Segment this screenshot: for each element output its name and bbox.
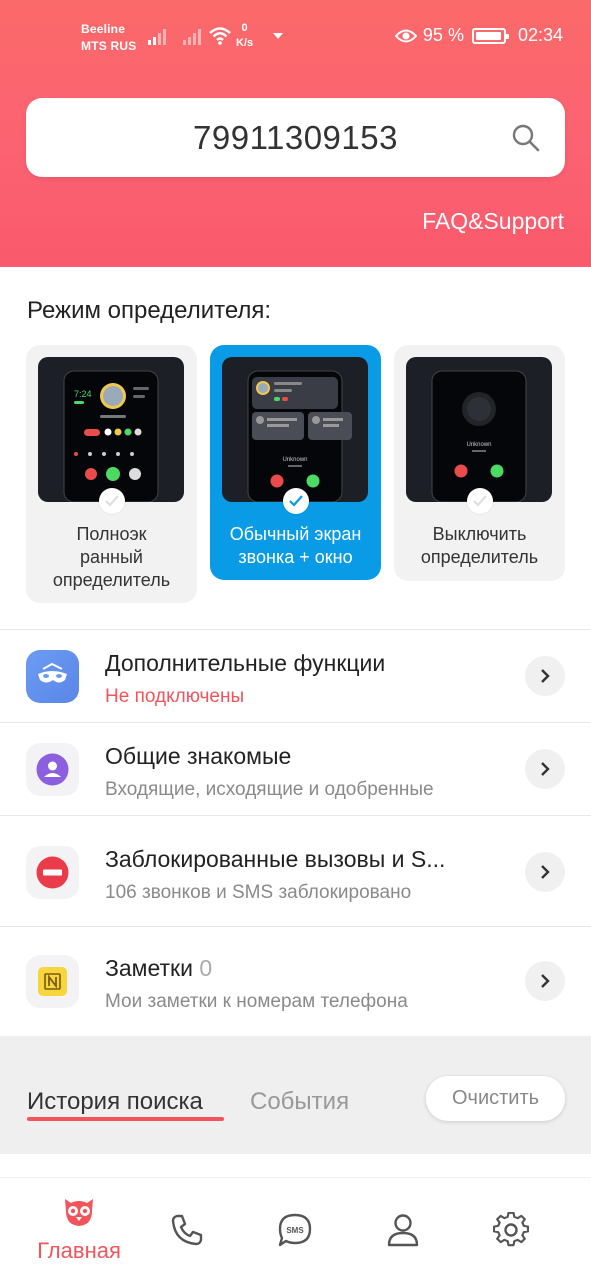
menu-item-title: Заметки 0 bbox=[105, 955, 212, 982]
label-line: ранный bbox=[80, 547, 143, 567]
sms-icon: SMS bbox=[278, 1213, 312, 1247]
menu-item-title: Общие знакомые bbox=[105, 743, 292, 769]
chevron-right-icon[interactable] bbox=[525, 656, 565, 696]
menu-item-blocked[interactable]: Заблокированные вызовы и S... 106 звонко… bbox=[0, 826, 591, 918]
chevron-right-icon[interactable] bbox=[525, 852, 565, 892]
person-icon bbox=[26, 743, 79, 796]
menu-item-subtitle: Не подключены bbox=[105, 686, 245, 707]
bottom-nav: Главная SMS bbox=[0, 1177, 591, 1280]
off-preview-illustration: Unknown bbox=[431, 370, 527, 502]
standard-preview: Unknown bbox=[222, 357, 368, 502]
fullscreen-preview: 7:24 bbox=[38, 357, 184, 502]
preview-unknown: Unknown bbox=[466, 442, 491, 448]
nav-sms[interactable]: SMS bbox=[268, 1178, 322, 1281]
nav-home[interactable]: Главная bbox=[24, 1178, 134, 1281]
eye-icon bbox=[394, 29, 417, 42]
battery-percent: 95 % bbox=[422, 25, 464, 45]
preview-time: 7:24 bbox=[74, 389, 92, 399]
search-value: 79911309153 bbox=[193, 119, 398, 156]
nav-home-label: Главная bbox=[37, 1238, 121, 1263]
status-bar: Beeline MTS RUS 0 K/s 95 % 02:34 bbox=[0, 0, 591, 76]
menu-item-subtitle: Мои заметки к номерам телефона bbox=[105, 991, 408, 1012]
network-speed-unit: K/s bbox=[236, 37, 254, 49]
tab-search-history[interactable]: История поиска bbox=[27, 1088, 203, 1116]
note-icon bbox=[26, 955, 79, 1008]
owl-icon bbox=[65, 1199, 93, 1226]
label-line: Обычный экран bbox=[229, 524, 362, 544]
menu-item-subtitle: Входящие, исходящие и одобренные bbox=[105, 779, 434, 800]
check-icon bbox=[99, 488, 125, 514]
nav-settings[interactable] bbox=[484, 1178, 538, 1281]
mode-title: Режим определителя: bbox=[27, 297, 272, 324]
search-icon[interactable] bbox=[511, 123, 541, 153]
label-line: звонка + окно bbox=[238, 547, 353, 567]
wifi-icon bbox=[209, 27, 231, 45]
status-right: 95 % 02:34 bbox=[394, 25, 563, 46]
header: Beeline MTS RUS 0 K/s 95 % 02:34 7991130… bbox=[0, 0, 591, 267]
carrier-2: MTS RUS bbox=[81, 39, 137, 53]
notes-count: 0 bbox=[199, 955, 213, 981]
preview-unknown: Unknown bbox=[282, 457, 307, 463]
user-icon bbox=[387, 1214, 419, 1247]
mode-option-off[interactable]: Unknown Выключить определитель bbox=[394, 345, 565, 581]
mask-icon bbox=[26, 650, 79, 703]
standard-preview-illustration: Unknown bbox=[247, 370, 352, 502]
chevron-right-icon[interactable] bbox=[525, 749, 565, 789]
mode-option-fullscreen[interactable]: 7:24 Полноэк ранный определитель bbox=[26, 345, 197, 603]
carrier-names: Beeline MTS RUS bbox=[81, 21, 136, 55]
dropdown-arrow-icon bbox=[273, 33, 283, 39]
phone-icon bbox=[171, 1214, 203, 1246]
block-icon bbox=[26, 846, 79, 899]
faq-support-link[interactable]: FAQ&Support bbox=[422, 208, 564, 235]
menu-item-mutual-contacts[interactable]: Общие знакомые Входящие, исходящие и одо… bbox=[0, 723, 591, 815]
nav-calls[interactable] bbox=[160, 1178, 214, 1281]
off-preview: Unknown bbox=[406, 357, 552, 502]
divider bbox=[0, 815, 591, 816]
mode-option-standard[interactable]: Unknown Обычный экран звонка + окно bbox=[210, 345, 381, 580]
menu-item-notes[interactable]: Заметки 0 Мои заметки к номерам телефона bbox=[0, 935, 591, 1027]
label-line: определитель bbox=[52, 570, 171, 590]
notes-title: Заметки bbox=[105, 955, 193, 981]
search-input[interactable]: 79911309153 bbox=[26, 98, 565, 177]
signal-icon bbox=[148, 29, 166, 45]
label-line: Выключить bbox=[432, 524, 527, 544]
fullscreen-preview-illustration: 7:24 bbox=[63, 370, 159, 502]
mode-option-label: Выключить определитель bbox=[394, 523, 565, 569]
menu-item-extra-features[interactable]: Дополнительные функции Не подключены bbox=[0, 630, 591, 722]
sms-icon-text: SMS bbox=[286, 1226, 304, 1235]
menu-item-title: Заблокированные вызовы и S... bbox=[105, 846, 446, 872]
check-icon bbox=[467, 488, 493, 514]
check-icon bbox=[283, 488, 309, 514]
mode-option-label: Обычный экран звонка + окно bbox=[210, 523, 381, 569]
carrier-1: Beeline bbox=[81, 22, 126, 36]
chevron-right-icon[interactable] bbox=[525, 961, 565, 1001]
mode-option-label: Полноэк ранный определитель bbox=[26, 523, 197, 592]
tab-events[interactable]: События bbox=[250, 1088, 349, 1116]
clock: 02:34 bbox=[517, 25, 563, 45]
gear-icon bbox=[493, 1212, 529, 1247]
menu-item-subtitle: 106 звонков и SMS заблокировано bbox=[105, 882, 412, 903]
label-line: Полноэк bbox=[76, 524, 147, 544]
menu-item-title: Дополнительные функции bbox=[105, 650, 386, 676]
network-speed-value: 0 bbox=[241, 22, 248, 34]
network-speed: 0 K/s bbox=[236, 21, 253, 51]
nav-profile[interactable] bbox=[376, 1178, 430, 1281]
battery-icon bbox=[471, 27, 509, 44]
active-tab-indicator bbox=[27, 1117, 224, 1121]
clear-button[interactable]: Очистить bbox=[426, 1076, 565, 1121]
label-line: определитель bbox=[420, 547, 539, 567]
divider bbox=[0, 926, 591, 927]
signal-icon bbox=[183, 29, 201, 45]
